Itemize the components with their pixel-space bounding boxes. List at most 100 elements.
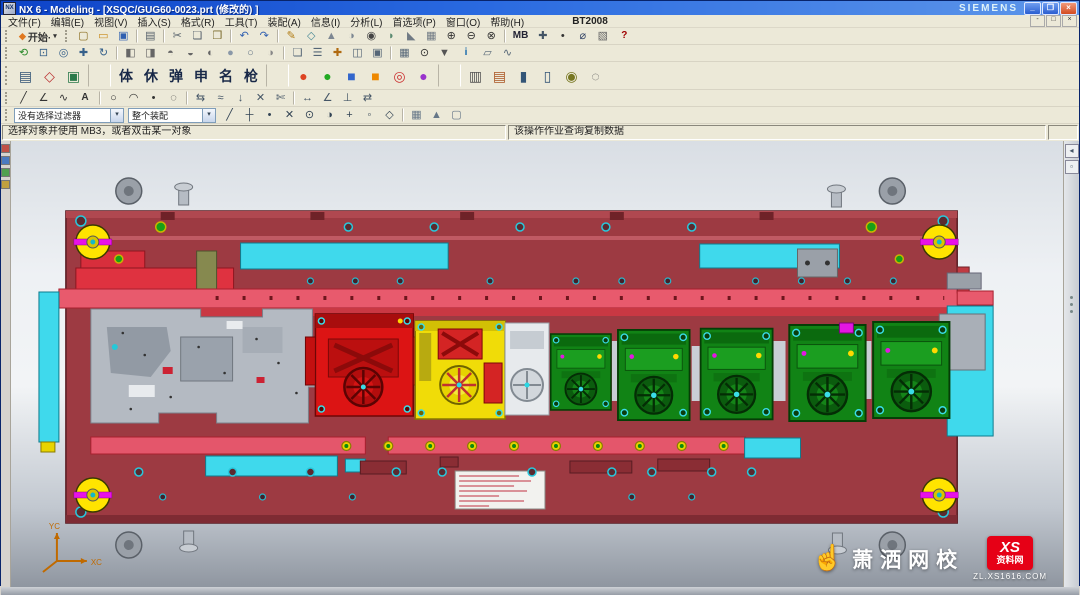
menu-insert[interactable]: 插入(S)	[132, 14, 175, 29]
tool-qiang-button[interactable]: 枪	[239, 64, 263, 88]
wireframe-view-icon[interactable]: ○	[241, 45, 260, 61]
child-close-button[interactable]: ×	[1062, 15, 1077, 27]
chamfer-icon[interactable]: ◣	[402, 28, 421, 44]
tool-xiu-button[interactable]: 休	[139, 64, 163, 88]
undo-icon[interactable]: ↶	[235, 28, 254, 44]
toolbar-grip[interactable]	[65, 30, 70, 42]
standard-parts-icon[interactable]: ▥	[464, 64, 487, 88]
chevron-down-icon[interactable]: ▾	[202, 109, 215, 122]
die-station-green-5[interactable]	[873, 322, 949, 418]
perpendicular-constraint-icon[interactable]: ⊥	[338, 90, 357, 106]
punch-insert-icon[interactable]: ▮	[512, 64, 535, 88]
mb-button[interactable]: MB	[509, 28, 533, 44]
punch-area-gray[interactable]	[91, 309, 323, 423]
paste-icon[interactable]: ❒	[208, 28, 227, 44]
minimize-button[interactable]: _	[1024, 2, 1041, 15]
edge-blend-icon[interactable]: ◗	[382, 28, 401, 44]
assembly-navigator-icon[interactable]: ▤	[14, 64, 37, 88]
selection-filter-icon[interactable]: ▼	[435, 45, 454, 61]
menu-view[interactable]: 视图(V)	[89, 14, 132, 29]
die-station-green-3[interactable]	[701, 329, 773, 420]
snapshot-icon[interactable]: ▣	[368, 45, 387, 61]
strip-exit[interactable]	[957, 291, 993, 305]
mirror-curve-icon[interactable]: ⇆	[191, 90, 210, 106]
subtract-icon[interactable]: ⊖	[462, 28, 481, 44]
restore-button[interactable]: ❐	[1042, 2, 1059, 15]
fit-view-icon[interactable]: ⊡	[34, 45, 53, 61]
cut-icon[interactable]: ✂	[168, 28, 187, 44]
selection-scope-dropdown[interactable]: 整个装配 ▾	[128, 108, 216, 123]
cyan-block-left[interactable]	[39, 292, 59, 442]
highlight-selection-icon[interactable]: ▦	[407, 107, 426, 123]
expand-panel-icon[interactable]: ▫	[1065, 160, 1079, 174]
redo-icon[interactable]: ↷	[255, 28, 274, 44]
sketch-icon[interactable]: ✎	[282, 28, 301, 44]
tool-ming-button[interactable]: 名	[214, 64, 238, 88]
constraints-icon[interactable]: ◇	[38, 64, 61, 88]
unite-icon[interactable]: ⊕	[442, 28, 461, 44]
dimension-icon[interactable]: ↔	[298, 90, 317, 106]
window-cascade-icon[interactable]: ❏	[288, 45, 307, 61]
spline-tool-icon[interactable]: ∿	[54, 90, 73, 106]
polyline-tool-icon[interactable]: ∠	[34, 90, 53, 106]
shell-icon[interactable]: ▦	[422, 28, 441, 44]
splitter-handle[interactable]	[1070, 296, 1073, 313]
wcs-orient-icon[interactable]: ✚	[328, 45, 347, 61]
close-button[interactable]: ×	[1060, 2, 1077, 15]
section-view-icon[interactable]: ◫	[348, 45, 367, 61]
gray-block-on-cyan[interactable]	[798, 249, 838, 277]
child-minimize-button[interactable]: -	[1030, 15, 1045, 27]
reuse-library-icon[interactable]: ▣	[62, 64, 85, 88]
convert-curve-icon[interactable]: ⇄	[358, 90, 377, 106]
print-icon[interactable]: ▤	[141, 28, 160, 44]
menu-window[interactable]: 窗口(O)	[441, 14, 485, 29]
chevron-down-icon[interactable]: ▾	[110, 109, 123, 122]
selection-filter-dropdown[interactable]: 没有选择过滤器 ▾	[14, 108, 124, 123]
target-icon[interactable]: ◎	[388, 64, 411, 88]
snap-mid-point-icon[interactable]: ┼	[240, 107, 259, 123]
ellipse-tool-icon[interactable]: ◌	[164, 90, 183, 106]
die-station-green-2[interactable]	[618, 330, 690, 420]
toolbar-grip[interactable]	[5, 47, 10, 59]
menu-tools[interactable]: 工具(T)	[220, 14, 263, 29]
menu-analysis[interactable]: 分析(L)	[345, 14, 387, 29]
offset-curve-icon[interactable]: ≈	[211, 90, 230, 106]
snap-control-point-icon[interactable]: •	[260, 107, 279, 123]
intersect-curve-icon[interactable]: ✕	[251, 90, 270, 106]
interior-edges-icon[interactable]: ▢	[447, 107, 466, 123]
assembly-navigator-tab[interactable]	[1, 144, 10, 153]
front-view-icon[interactable]: ◒	[181, 45, 200, 61]
snap-point-icon[interactable]: ⊙	[415, 45, 434, 61]
pan-icon[interactable]: ✚	[74, 45, 93, 61]
information-icon[interactable]: i	[455, 45, 477, 61]
curve-analysis-icon[interactable]: ∿	[498, 45, 517, 61]
menu-format[interactable]: 格式(R)	[176, 14, 220, 29]
shaded-view-icon[interactable]: ●	[221, 45, 240, 61]
snap-point-on-curve-icon[interactable]: ◦	[360, 107, 379, 123]
red-ball-icon[interactable]: ●	[292, 64, 315, 88]
menu-assemblies[interactable]: 装配(A)	[262, 14, 305, 29]
open-folder-icon[interactable]: ▭	[94, 28, 113, 44]
help-icon[interactable]: ?	[613, 28, 635, 44]
snap-existing-point-icon[interactable]: +	[340, 107, 359, 123]
orange-box-icon[interactable]: ■	[364, 64, 387, 88]
graphics-viewport[interactable]: XC YC ☝ 萧洒网校 XS 资料网 ZL.XS1616.COM	[11, 141, 1063, 587]
studio-render-icon[interactable]: ◑	[261, 45, 280, 61]
die-station-green-1[interactable]	[551, 334, 611, 410]
object-display-icon[interactable]: ▧	[593, 28, 612, 44]
die-station-red[interactable]	[305, 314, 421, 416]
menu-bt2008[interactable]: BT2008	[567, 16, 613, 27]
snap-intersection-icon[interactable]: ✕	[280, 107, 299, 123]
snap-point-on-surface-icon[interactable]: ◇	[380, 107, 399, 123]
new-file-icon[interactable]: ▢	[74, 28, 93, 44]
extrude-icon[interactable]: ▲	[322, 28, 341, 44]
top-selection-icon[interactable]: ▲	[427, 107, 446, 123]
die-station-yellow[interactable]	[415, 321, 505, 419]
zoom-icon[interactable]: ◎	[54, 45, 73, 61]
start-menu-button[interactable]: ◆ 开始· ▾	[14, 28, 62, 45]
point-tool-icon[interactable]: •	[144, 90, 163, 106]
die-station-green-4[interactable]	[789, 325, 865, 421]
copy-icon[interactable]: ❏	[188, 28, 207, 44]
blue-box-icon[interactable]: ■	[340, 64, 363, 88]
revolve-icon[interactable]: ◑	[342, 28, 361, 44]
